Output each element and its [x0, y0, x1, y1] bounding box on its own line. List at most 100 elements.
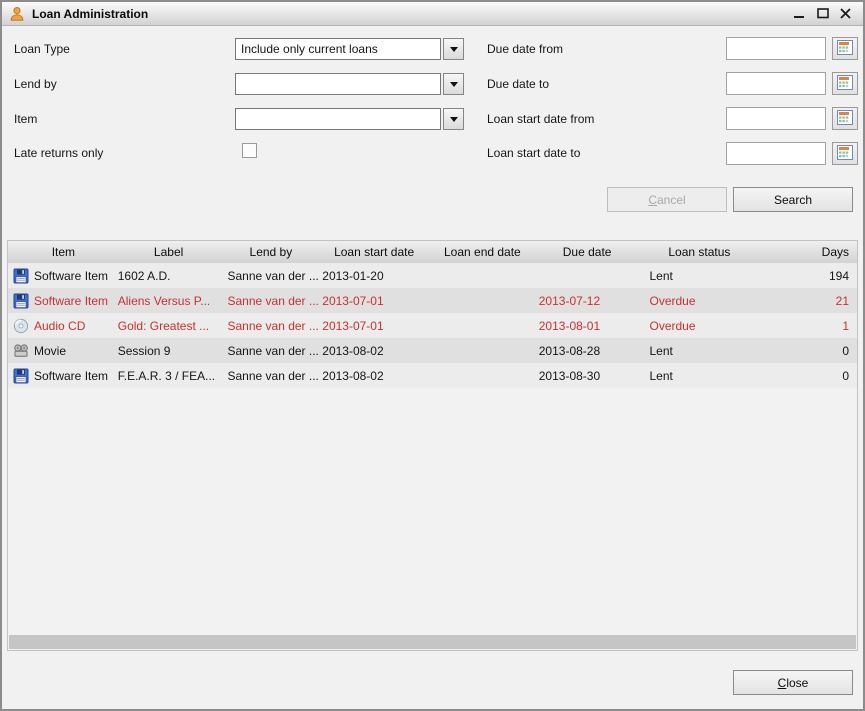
window-controls: [792, 6, 863, 21]
table-row[interactable]: Software Item 1602 A.D. Sanne van der ..…: [8, 263, 857, 288]
cell-item: Software Item: [8, 363, 114, 388]
cell-loan-status: Lent: [640, 338, 750, 363]
due-date-to-picker-button[interactable]: [832, 72, 858, 95]
loan-administration-dialog: Loan Administration Loan Type Lend by It…: [0, 0, 865, 711]
cell-due-date: [535, 263, 640, 288]
cell-loan-start-date: 2013-07-01: [318, 288, 430, 313]
cell-loan-status: Overdue: [640, 313, 750, 338]
loan-start-date-from-label: Loan start date from: [487, 112, 594, 127]
due-date-to-label: Due date to: [487, 77, 549, 92]
column-header-loan-end-date[interactable]: Loan end date: [430, 241, 535, 263]
loan-start-date-to-input[interactable]: [726, 142, 826, 165]
cell-due-date: 2013-08-01: [535, 313, 640, 338]
calendar-icon: [837, 110, 853, 128]
due-date-from-label: Due date from: [487, 42, 563, 57]
chevron-down-icon: [450, 47, 458, 52]
title-bar[interactable]: Loan Administration: [2, 2, 863, 26]
floppy-disk-icon: [13, 368, 29, 384]
loan-start-date-to-label: Loan start date to: [487, 146, 580, 161]
table-row[interactable]: Software Item Aliens Versus P... Sanne v…: [8, 288, 857, 313]
table-row[interactable]: Movie Session 9 Sanne van der ... 2013-0…: [8, 338, 857, 363]
cell-due-date: 2013-08-28: [535, 338, 640, 363]
late-returns-only-label: Late returns only: [14, 146, 103, 161]
movie-camera-icon: [13, 343, 29, 359]
cell-loan-status: Lent: [640, 263, 750, 288]
table-row[interactable]: Software Item F.E.A.R. 3 / FEA... Sanne …: [8, 363, 857, 388]
due-date-from-input[interactable]: [726, 37, 826, 60]
column-header-loan-status[interactable]: Loan status: [639, 241, 749, 263]
loan-start-date-from-input[interactable]: [726, 107, 826, 130]
cell-loan-end-date: [430, 288, 535, 313]
lend-by-combobox-value[interactable]: [235, 73, 441, 95]
calendar-icon: [837, 75, 853, 93]
cancel-button[interactable]: Cancel: [607, 187, 727, 212]
cell-loan-end-date: [430, 338, 535, 363]
search-button[interactable]: Search: [733, 187, 853, 212]
cell-loan-start-date: 2013-07-01: [318, 313, 430, 338]
column-header-item[interactable]: Item: [8, 241, 114, 263]
loans-table: ItemLabelLend byLoan start dateLoan end …: [7, 240, 858, 651]
cell-label: 1602 A.D.: [114, 263, 224, 288]
horizontal-scrollbar[interactable]: [8, 635, 857, 650]
cell-loan-end-date: [430, 263, 535, 288]
column-header-label[interactable]: Label: [114, 241, 224, 263]
cell-loan-end-date: [430, 313, 535, 338]
item-dropdown-button[interactable]: [443, 108, 464, 130]
cell-days: 0: [749, 338, 857, 363]
table-header-row: ItemLabelLend byLoan start dateLoan end …: [8, 241, 857, 263]
cell-lend-by: Sanne van der ...: [223, 263, 318, 288]
item-combobox-value[interactable]: [235, 108, 441, 130]
calendar-icon: [837, 145, 853, 163]
floppy-disk-icon: [13, 268, 29, 284]
item-label: Item: [14, 112, 37, 127]
loan-start-date-to-picker-button[interactable]: [832, 142, 858, 165]
column-header-loan-start-date[interactable]: Loan start date: [318, 241, 430, 263]
column-header-days[interactable]: Days: [749, 241, 857, 263]
lend-by-dropdown-button[interactable]: [443, 73, 464, 95]
column-header-lend-by[interactable]: Lend by: [223, 241, 318, 263]
loan-start-date-from-picker-button[interactable]: [832, 107, 858, 130]
cell-loan-start-date: 2013-01-20: [318, 263, 430, 288]
cell-label: F.E.A.R. 3 / FEA...: [114, 363, 224, 388]
user-icon: [9, 6, 25, 22]
item-combobox: [235, 108, 464, 130]
minimize-icon[interactable]: [792, 6, 807, 21]
cell-due-date: 2013-08-30: [535, 363, 640, 388]
due-date-from-picker-button[interactable]: [832, 37, 858, 60]
lend-by-combobox: [235, 73, 464, 95]
chevron-down-icon: [450, 82, 458, 87]
cell-days: 0: [749, 363, 857, 388]
lend-by-label: Lend by: [14, 77, 57, 92]
cell-item: Audio CD: [8, 313, 114, 338]
cd-icon: [13, 318, 29, 334]
cancel-button-label: Cancel: [648, 193, 685, 207]
column-header-due-date[interactable]: Due date: [535, 241, 640, 263]
cell-days: 194: [749, 263, 857, 288]
loan-type-combobox-value[interactable]: Include only current loans: [235, 38, 441, 60]
table-row[interactable]: Audio CD Gold: Greatest ... Sanne van de…: [8, 313, 857, 338]
close-icon[interactable]: [838, 6, 853, 21]
cell-lend-by: Sanne van der ...: [223, 363, 318, 388]
late-returns-only-checkbox[interactable]: [242, 143, 257, 158]
search-button-label: Search: [774, 193, 812, 207]
window-title: Loan Administration: [32, 7, 148, 21]
horizontal-scrollbar-thumb[interactable]: [9, 635, 856, 649]
cell-label: Gold: Greatest ...: [114, 313, 224, 338]
cell-loan-end-date: [430, 363, 535, 388]
cell-loan-status: Lent: [640, 363, 750, 388]
chevron-down-icon: [450, 117, 458, 122]
cell-loan-start-date: 2013-08-02: [318, 363, 430, 388]
close-button[interactable]: Close: [733, 670, 853, 695]
maximize-icon[interactable]: [815, 6, 830, 21]
cell-loan-start-date: 2013-08-02: [318, 338, 430, 363]
due-date-to-input[interactable]: [726, 72, 826, 95]
cell-item: Software Item: [8, 263, 114, 288]
loan-type-dropdown-button[interactable]: [443, 38, 464, 60]
table-body: Software Item 1602 A.D. Sanne van der ..…: [8, 263, 857, 388]
cell-lend-by: Sanne van der ...: [223, 338, 318, 363]
cell-lend-by: Sanne van der ...: [223, 313, 318, 338]
cell-lend-by: Sanne van der ...: [223, 288, 318, 313]
floppy-disk-icon: [13, 293, 29, 309]
cell-due-date: 2013-07-12: [535, 288, 640, 313]
cell-item: Movie: [8, 338, 114, 363]
